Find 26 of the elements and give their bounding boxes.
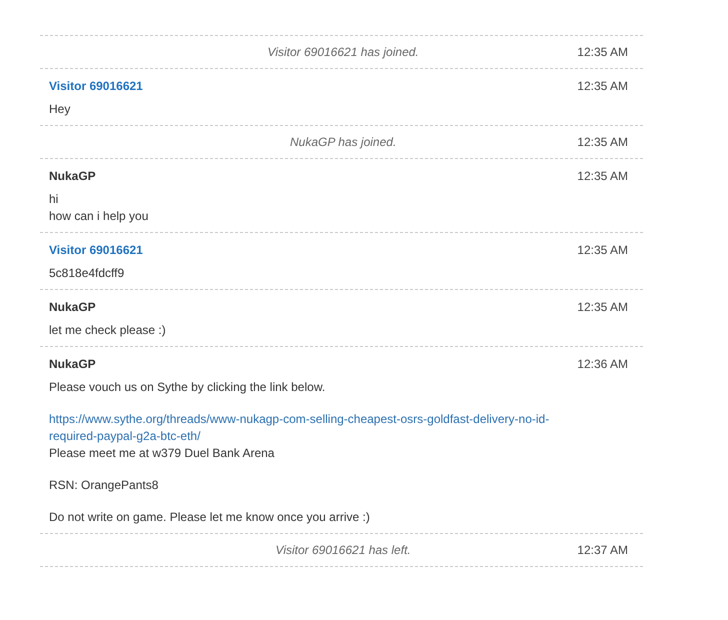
- message-time: 12:35 AM: [577, 79, 628, 93]
- message-time: 12:35 AM: [577, 300, 628, 314]
- sender-name: NukaGP: [49, 357, 96, 371]
- system-notice: NukaGP has joined.: [289, 135, 398, 149]
- message-text: Hey: [49, 101, 72, 118]
- thread-link[interactable]: https://www.sythe.org/threads/www-nukagp-com-selling-cheapest-osrs-goldfast-delivery-no-id-required-paypal-g2a-btc-eth/: [49, 411, 579, 445]
- message-time: 12:35 AM: [577, 135, 628, 149]
- message-time: 12:35 AM: [577, 45, 628, 59]
- message-text: Do not write on game. Please let me know once you arrive :): [49, 509, 371, 526]
- system-notice: Visitor 69016621 has joined.: [266, 45, 420, 59]
- message-time: 12:35 AM: [577, 243, 628, 257]
- sender-name: NukaGP: [49, 300, 96, 314]
- message-time: 12:36 AM: [577, 357, 628, 371]
- sender-name: Visitor 69016621: [49, 243, 143, 257]
- message-text: 5c818e4fdcff9: [49, 265, 126, 282]
- message-time: 12:37 AM: [577, 543, 628, 557]
- message-text: Please vouch us on Sythe by clicking the link below.: [49, 379, 326, 396]
- sender-name: NukaGP: [49, 169, 96, 183]
- sender-name: Visitor 69016621: [49, 79, 143, 93]
- system-notice: Visitor 69016621 has left.: [274, 543, 412, 557]
- message-text: Please meet me at w379 Duel Bank Arena: [49, 445, 276, 462]
- message-text: RSN: OrangePants8: [49, 477, 160, 494]
- message-text: hi: [49, 191, 60, 208]
- message-time: 12:35 AM: [577, 169, 628, 183]
- message-text: how can i help you: [49, 208, 150, 225]
- message-text: let me check please :): [49, 322, 167, 339]
